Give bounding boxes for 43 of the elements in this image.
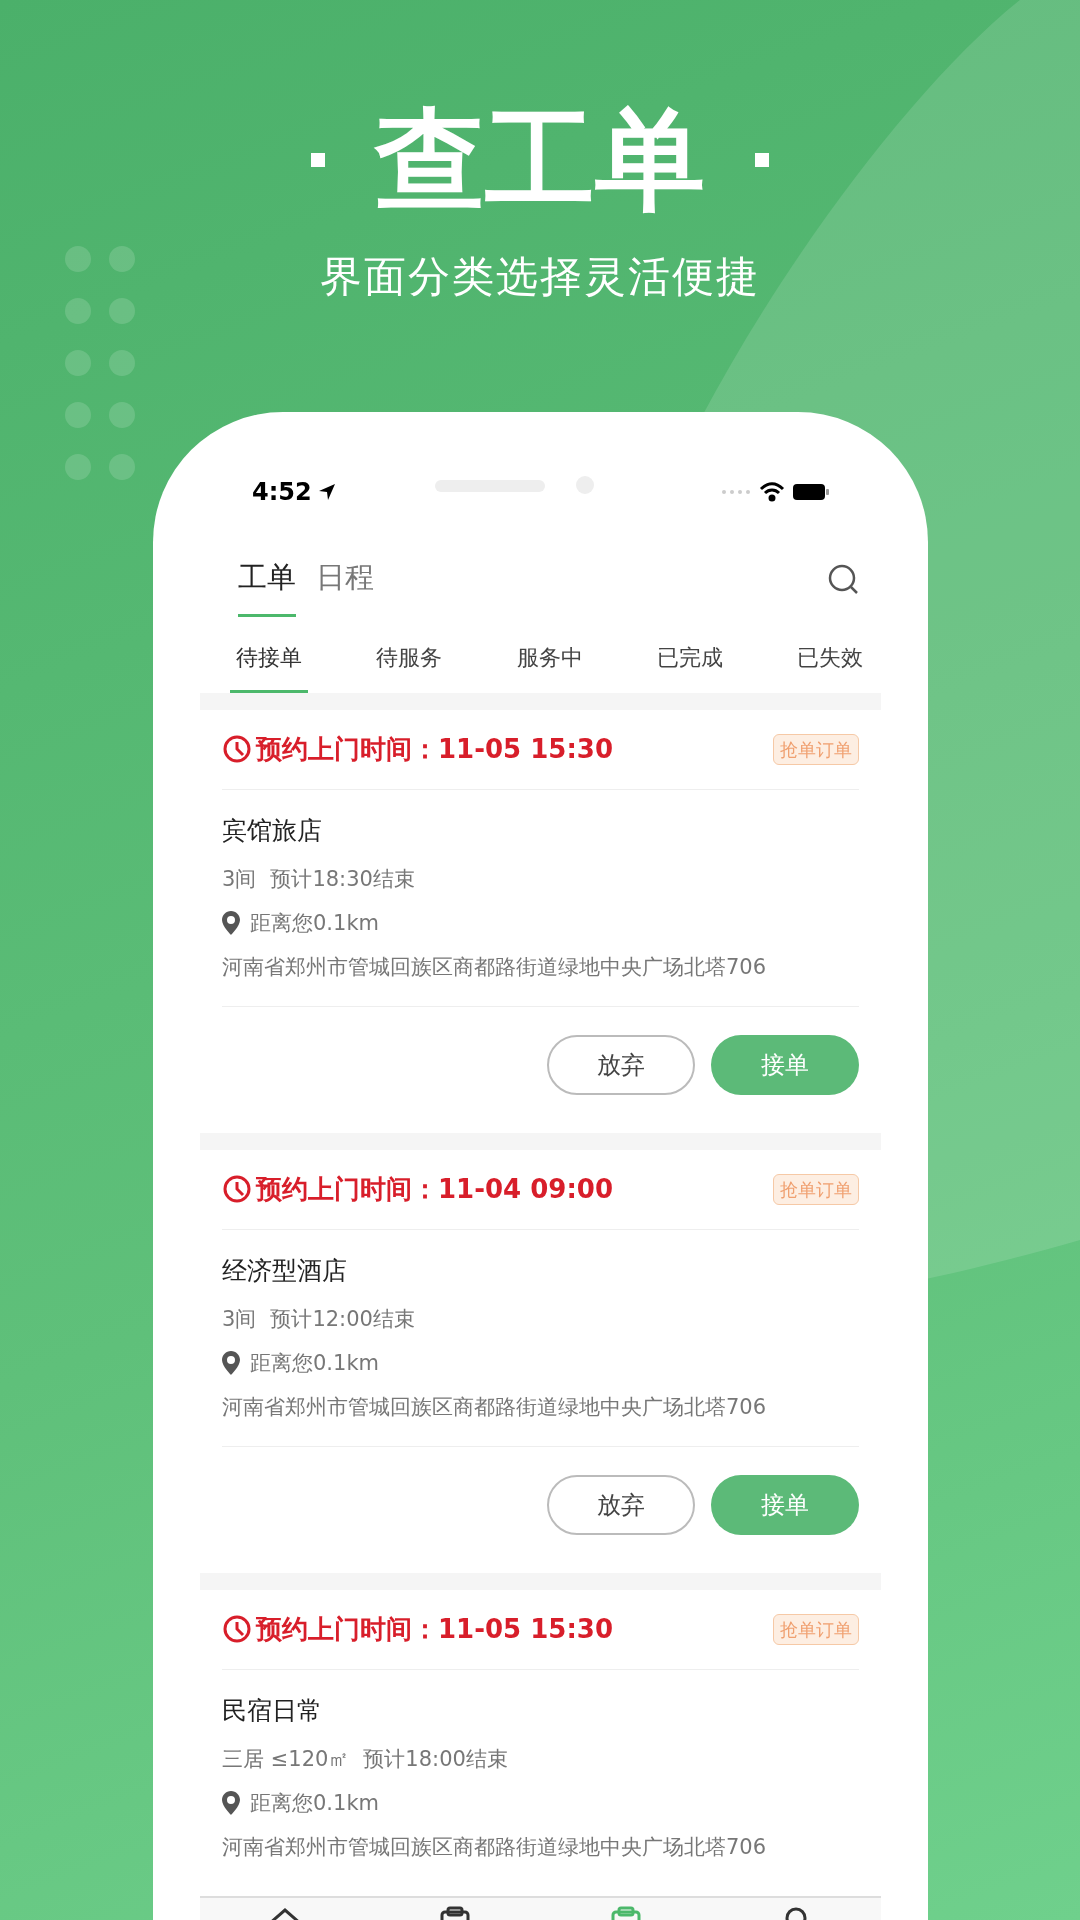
address-text: 河南省郑州市管城回族区商都路街道绿地中央广场北塔706 — [222, 953, 768, 981]
status-time: 4:52 — [252, 477, 312, 508]
location-pin-icon — [222, 910, 240, 935]
battery-icon — [793, 483, 829, 501]
location-pin-icon — [222, 1350, 240, 1375]
order-detail: 预计18:30结束 — [270, 865, 415, 893]
order-badge: 抢单订单 — [773, 1173, 859, 1205]
status-tab[interactable]: 服务中 — [510, 626, 589, 693]
appointment-time: 预约上门时间：11-05 15:30 — [256, 732, 613, 766]
address-text: 河南省郑州市管城回族区商都路街道绿地中央广场北塔706 — [222, 1833, 768, 1861]
order-detail: 预计12:00结束 — [270, 1305, 415, 1333]
clock-icon — [222, 1614, 252, 1644]
order-detail: 预计18:00结束 — [363, 1745, 508, 1773]
appointment-time: 预约上门时间：11-04 09:00 — [256, 1172, 613, 1206]
clock-icon — [222, 734, 252, 764]
order-name: 宾馆旅店 — [222, 814, 323, 847]
headline-subtitle: 界面分类选择灵活便捷 — [320, 251, 760, 303]
order-name: 民宿日常 — [222, 1694, 323, 1727]
distance-text: 距离您0.1km — [250, 909, 379, 937]
order-badge: 抢单订单 — [773, 1613, 859, 1645]
order-detail: 3间 — [222, 865, 257, 893]
decline-button[interactable]: 放弃 — [547, 1034, 695, 1095]
status-tab[interactable]: 已完成 — [650, 626, 729, 693]
status-tab[interactable]: 待服务 — [370, 626, 449, 693]
address-text: 河南省郑州市管城回族区商都路街道绿地中央广场北塔706 — [222, 1393, 768, 1421]
distance-text: 距离您0.1km — [250, 1789, 379, 1817]
wifi-icon — [759, 482, 785, 502]
location-pin-icon — [222, 1790, 240, 1815]
clock-icon — [222, 1174, 252, 1204]
status-tab[interactable]: 已失效 — [791, 626, 869, 693]
top-tab[interactable]: 日程 — [316, 542, 374, 617]
signal-icon — [721, 489, 751, 495]
order-badge: 抢单订单 — [773, 733, 859, 765]
order-detail: 三居 ≤120㎡ — [222, 1745, 350, 1773]
appointment-time: 预约上门时间：11-05 15:30 — [256, 1612, 613, 1646]
order-name: 经济型酒店 — [222, 1254, 348, 1287]
location-arrow-icon — [317, 483, 336, 501]
headline-title: 查工单 — [375, 95, 705, 225]
top-tab[interactable]: 工单 — [238, 542, 296, 617]
search-icon[interactable] — [827, 563, 859, 596]
decline-button[interactable]: 放弃 — [547, 1474, 695, 1535]
distance-text: 距离您0.1km — [250, 1349, 379, 1377]
order-detail: 3间 — [222, 1305, 257, 1333]
